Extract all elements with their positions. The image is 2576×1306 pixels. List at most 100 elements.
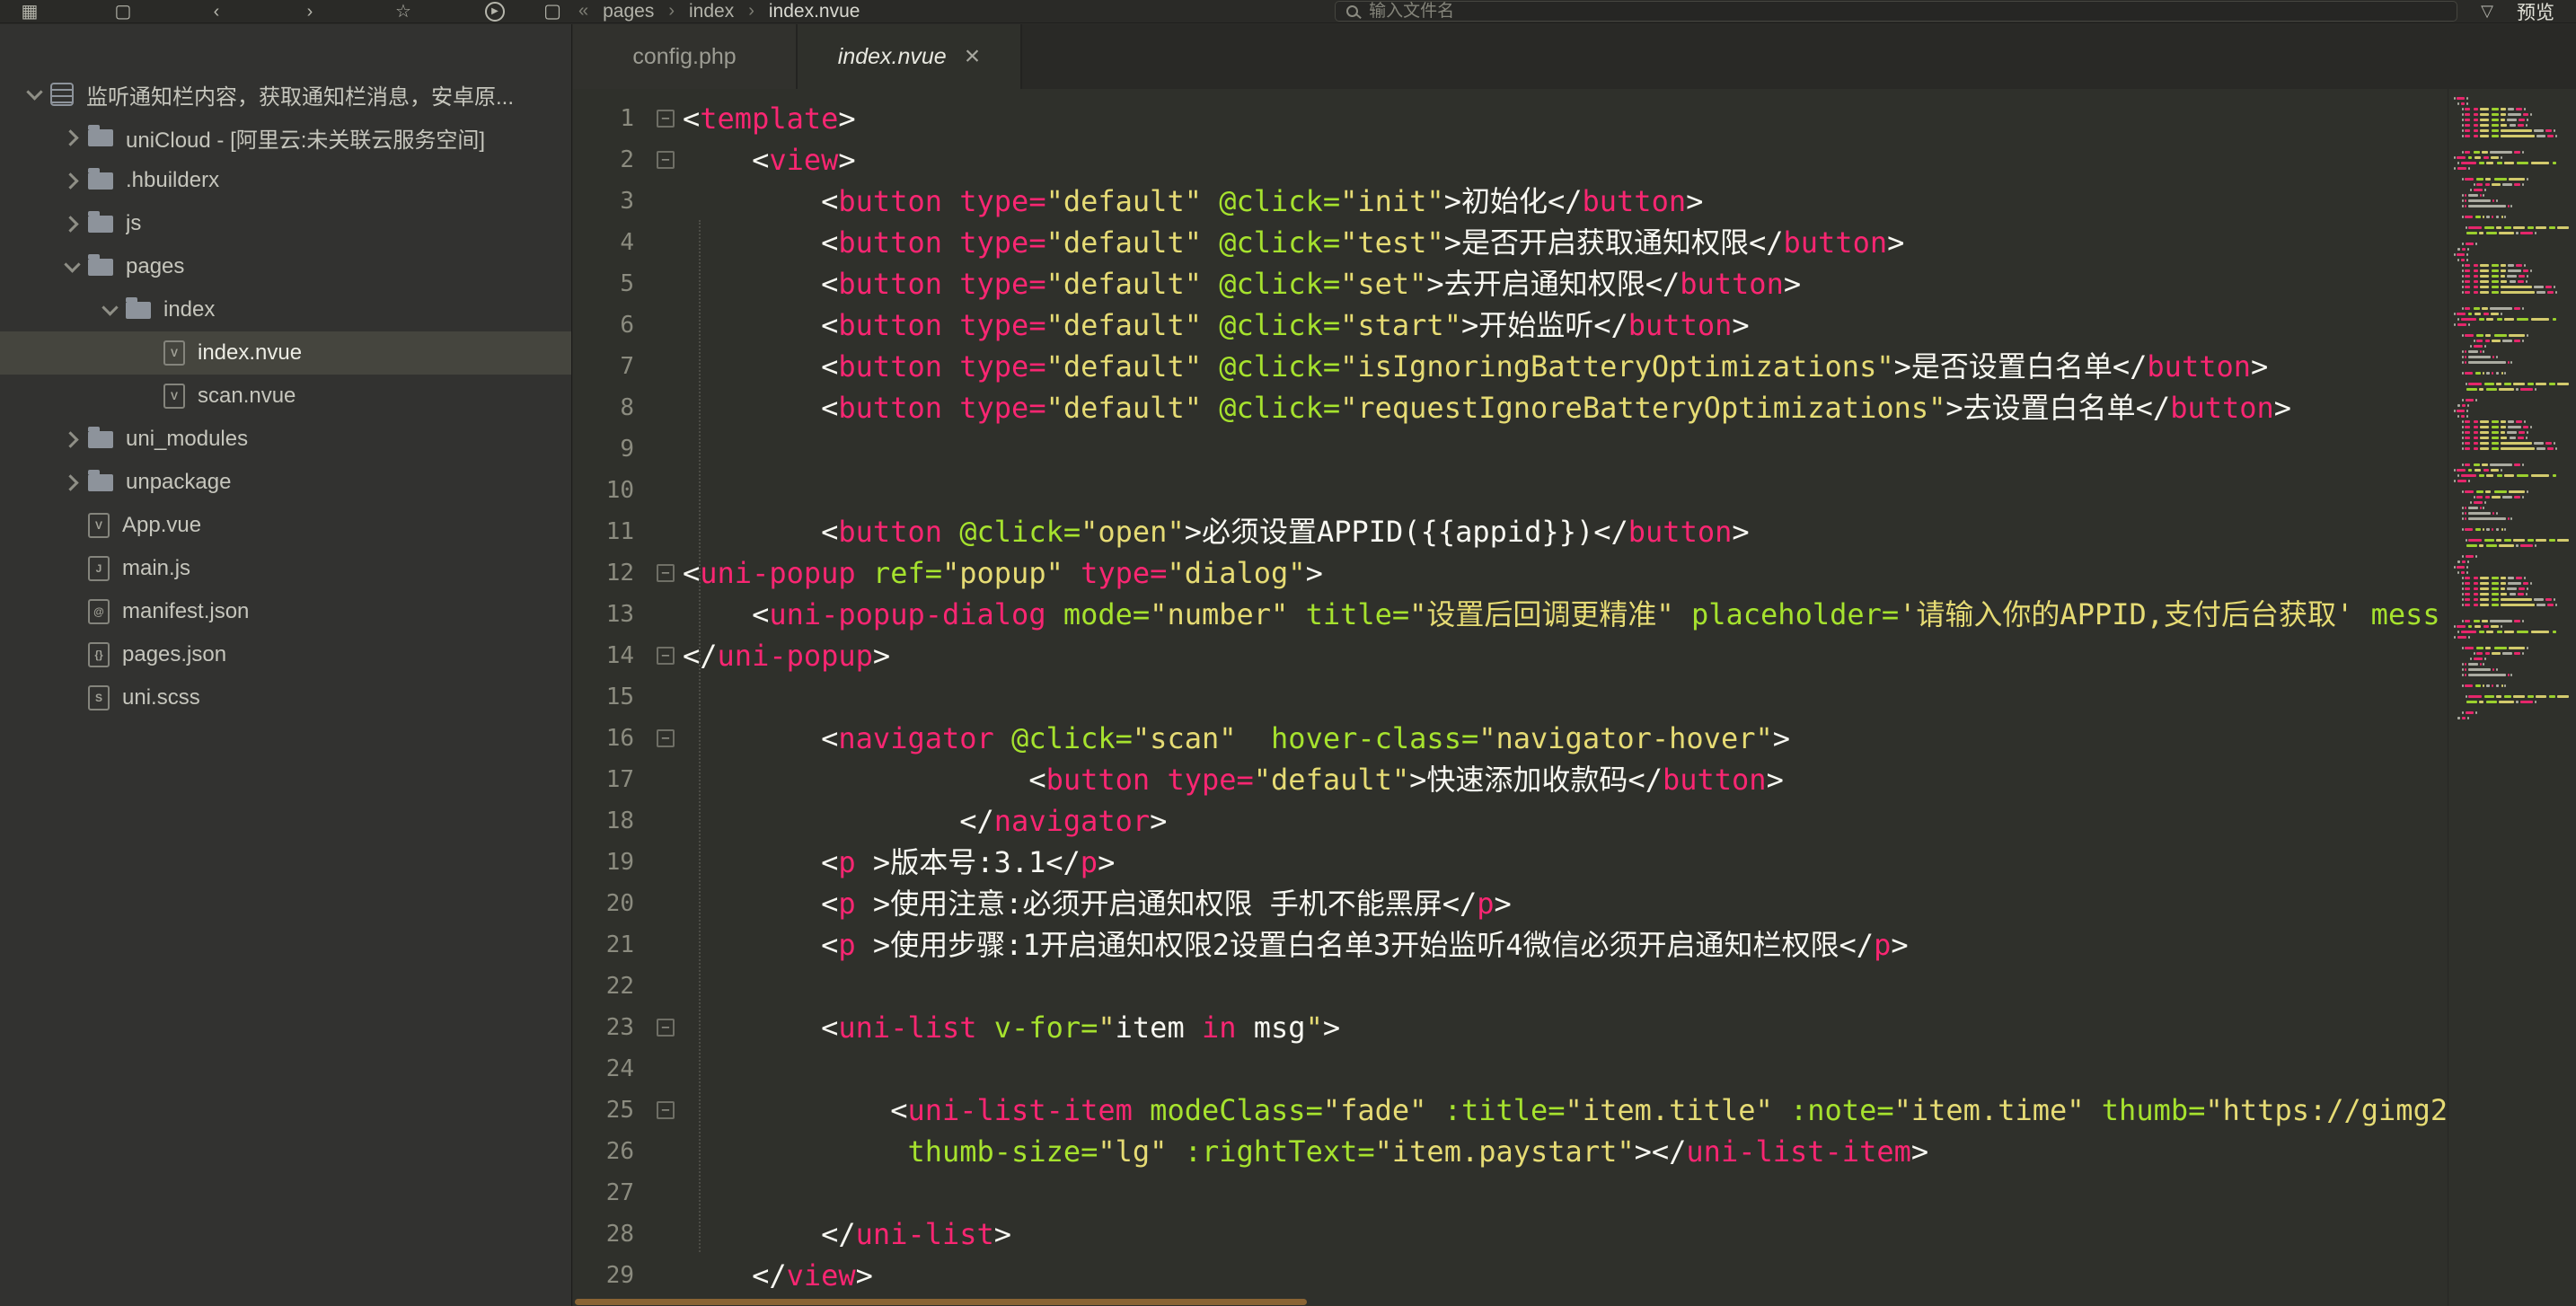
fold-icon[interactable]: −: [657, 151, 675, 169]
tree-item[interactable]: uniCloud - [阿里云:未关联云服务空间]: [0, 116, 571, 159]
tree-item[interactable]: js: [0, 202, 571, 245]
minimap-token: [2508, 420, 2514, 423]
chevron-right-icon[interactable]: [56, 477, 88, 489]
code-line[interactable]: 6 <button type="default" @click="start">…: [573, 304, 2448, 346]
tree-item[interactable]: V App.vue: [0, 504, 571, 547]
code-line[interactable]: 2 − <view>: [573, 139, 2448, 181]
code-line[interactable]: 5 <button type="default" @click="set">去开…: [573, 263, 2448, 304]
token: :note=: [1790, 1093, 1894, 1127]
chevron-right-icon[interactable]: [56, 175, 88, 187]
breadcrumb-item[interactable]: index: [689, 1, 734, 22]
chevron-right-icon[interactable]: [56, 434, 88, 446]
fold-column: −: [648, 1007, 683, 1048]
minimap-token: [2464, 264, 2471, 267]
code-line[interactable]: 1 − <template>: [573, 98, 2448, 139]
token: "navigator-hover": [1478, 721, 1773, 755]
fold-icon[interactable]: −: [657, 1019, 675, 1037]
minimap-token: [2507, 275, 2518, 278]
tree-item[interactable]: pages: [0, 245, 571, 288]
code-line[interactable]: 8 <button type="default" @click="request…: [573, 387, 2448, 428]
fold-icon[interactable]: −: [657, 729, 675, 747]
breadcrumb-item[interactable]: pages: [603, 1, 654, 22]
search-input[interactable]: [1369, 1, 2447, 22]
tree-item[interactable]: index: [0, 288, 571, 331]
code-line[interactable]: 15: [573, 676, 2448, 718]
code-line[interactable]: 19 <p >版本号:3.1</p>: [573, 842, 2448, 883]
code-line[interactable]: 23− <uni-list v-for="item in msg">: [573, 1007, 2448, 1048]
code-line[interactable]: 21 <p >使用步骤:1开启通知权限2设置白名单3开始监听4微信必须开启通知栏…: [573, 924, 2448, 966]
minimap-token: [2490, 156, 2499, 159]
chevron-down-icon[interactable]: [18, 91, 50, 98]
code-line[interactable]: 4 <button type="default" @click="test">是…: [573, 222, 2448, 263]
code-line[interactable]: 10: [573, 470, 2448, 511]
code-line[interactable]: 16 − <navigator @click="scan" hover-class…: [573, 718, 2448, 759]
code-line[interactable]: 29 </view>: [573, 1255, 2448, 1296]
tree-item[interactable]: Vindex.nvue: [0, 331, 571, 375]
fold-icon[interactable]: −: [657, 647, 675, 665]
code-line[interactable]: 20 <p >使用注意:必须开启通知权限 手机不能黑屏</p>: [573, 883, 2448, 924]
code-line[interactable]: 18 </navigator>: [573, 800, 2448, 842]
fold-icon[interactable]: −: [657, 110, 675, 128]
tree-item[interactable]: Jmain.js: [0, 547, 571, 590]
forward-icon[interactable]: ›: [298, 1, 322, 22]
code-line[interactable]: 12 − <uni-popup ref="popup" type="dialog">: [573, 552, 2448, 594]
tab-close-icon[interactable]: ×: [965, 43, 981, 70]
tree-item[interactable]: Suni.scss: [0, 676, 571, 719]
code-line[interactable]: 22: [573, 966, 2448, 1007]
fold-icon[interactable]: −: [657, 564, 675, 582]
code-line[interactable]: 24: [573, 1048, 2448, 1090]
chevron-right-icon[interactable]: [56, 218, 88, 230]
minimap-token: [2509, 593, 2517, 596]
minimap-token: [2468, 539, 2482, 542]
minimap[interactable]: [2448, 89, 2576, 1306]
fold-icon[interactable]: −: [657, 1101, 675, 1119]
chevron-down-icon[interactable]: [93, 306, 126, 313]
filter-funnel-icon[interactable]: ▽: [2481, 2, 2493, 21]
tree-item[interactable]: @ manifest.json: [0, 590, 571, 633]
editor-tab[interactable]: index.nvue ×: [798, 24, 1022, 89]
minimap-token: [2523, 420, 2526, 423]
tree-item[interactable]: .hbuilderx: [0, 159, 571, 202]
minimap-token: [2500, 426, 2507, 428]
code-line[interactable]: 3 <button type="default" @click="init">初…: [573, 181, 2448, 222]
code-line[interactable]: 7 <button type="default" @click="isIgnor…: [573, 346, 2448, 387]
code-line[interactable]: 26 thumb-size="lg" :rightText="item.pays…: [573, 1131, 2448, 1172]
editor-tab[interactable]: config.php: [573, 24, 798, 89]
horizontal-scrollbar[interactable]: [575, 1299, 1307, 1305]
token: "fade": [1322, 1093, 1427, 1127]
tree-item[interactable]: {} pages.json: [0, 633, 571, 676]
code-line[interactable]: 9: [573, 428, 2448, 470]
tree-item[interactable]: uni_modules: [0, 418, 571, 461]
tree-item[interactable]: unpackage: [0, 461, 571, 504]
minimap-token: [2500, 598, 2532, 601]
tree-item[interactable]: Vscan.nvue: [0, 375, 571, 418]
minimap-token: [2480, 135, 2489, 137]
code-line[interactable]: 14 − </uni-popup>: [573, 635, 2448, 676]
code-line[interactable]: 11 <button @click="open">必须设置APPID({{app…: [573, 511, 2448, 552]
code-line[interactable]: 28 </uni-list>: [573, 1213, 2448, 1255]
new-file-icon[interactable]: ▢: [111, 1, 135, 22]
file-search-box[interactable]: [1335, 1, 2458, 22]
code-line[interactable]: 17 <button type="default">快速添加收款码</butto…: [573, 759, 2448, 800]
code-line[interactable]: 13 <uni-popup-dialog mode="number" title…: [573, 594, 2448, 635]
grid-icon[interactable]: ▦: [18, 1, 41, 22]
star-icon[interactable]: ☆: [392, 1, 415, 22]
chevron-right-icon[interactable]: [56, 132, 88, 144]
minimap-token: [2519, 119, 2525, 121]
minimap-token: [2527, 226, 2534, 229]
minimap-token: [2534, 598, 2544, 601]
code-line[interactable]: 25 − <uni-list-item modeClass="fade" :tit…: [573, 1090, 2448, 1131]
run-icon[interactable]: ▶: [485, 1, 505, 22]
double-chevron-left-icon[interactable]: «: [578, 1, 588, 22]
breadcrumb-item-current[interactable]: index.nvue: [769, 1, 860, 22]
chevron-down-icon[interactable]: [56, 263, 88, 270]
minimap-token: [2460, 415, 2465, 418]
minimap-token: [2513, 695, 2526, 698]
back-icon[interactable]: ‹: [205, 1, 228, 22]
preview-button[interactable]: 预览: [2517, 0, 2554, 25]
code-line[interactable]: 27: [573, 1172, 2448, 1213]
code-area[interactable]: 1− <template> 2− <view> 3 <button type="def…: [573, 89, 2448, 1306]
minimap-token: [2519, 232, 2534, 234]
tree-item[interactable]: 监听通知栏内容，获取通知栏消息，安卓原...: [0, 73, 571, 116]
